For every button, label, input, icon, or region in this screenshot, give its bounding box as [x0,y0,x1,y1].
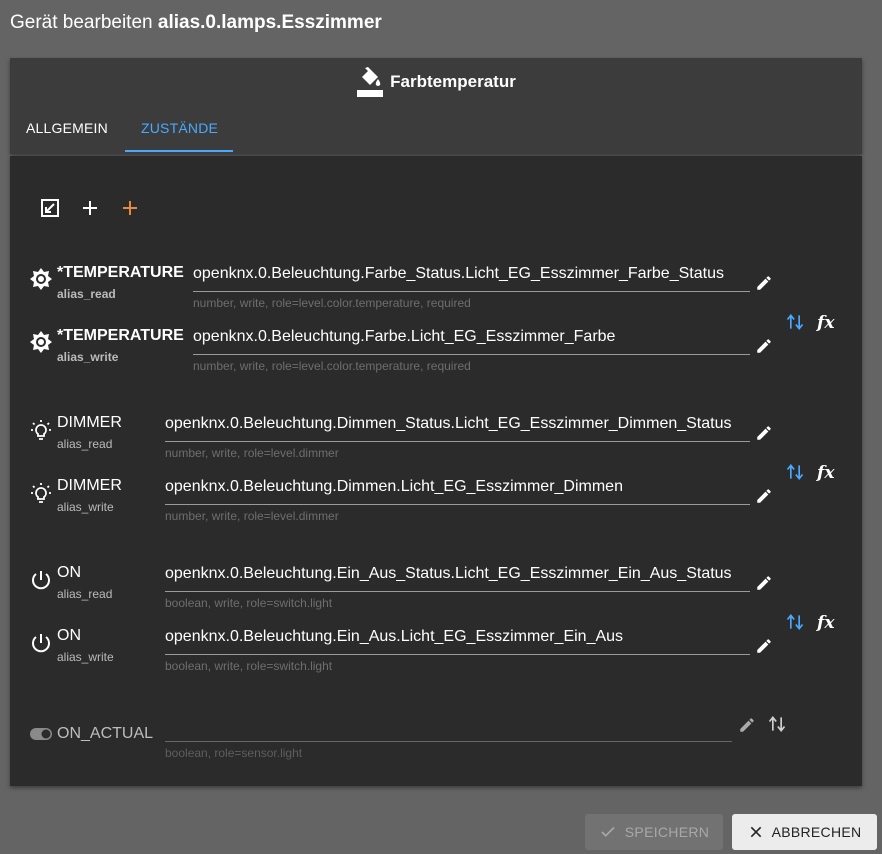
brightness-icon [30,331,52,353]
field-underline [165,741,732,742]
edit-icon[interactable] [755,487,773,505]
state-id-field[interactable]: openknx.0.Beleuchtung.Farbe_Status.Licht… [193,265,724,283]
field-help: boolean, write, role=switch.light [165,596,333,610]
swap-icon[interactable] [785,612,805,632]
add-custom-icon[interactable] [118,196,142,220]
function-icon[interactable]: fx [816,311,840,333]
tab-states[interactable]: ZUSTÄNDE [141,120,218,136]
edit-icon[interactable] [755,274,773,292]
edit-icon[interactable] [755,637,773,655]
svg-text:fx: fx [816,463,835,483]
device-type-label: Farbtemperatur [390,72,516,91]
check-icon [601,826,615,837]
power-icon [32,634,50,653]
state-role: alias_write [57,500,114,514]
device-header: Farbtemperatur ALLGEMEIN ZUSTÄNDE [10,58,862,154]
field-underline [193,291,750,292]
field-underline [165,654,750,655]
state-id-field[interactable]: openknx.0.Beleuchtung.Dimmen_Status.Lich… [165,415,732,433]
field-underline [193,354,750,355]
dialog-title: Gerät bearbeiten alias.0.lamps.Esszimmer [10,12,382,34]
device-type-row: Farbtemperatur [10,66,862,98]
state-id-field[interactable]: openknx.0.Beleuchtung.Ein_Aus.Licht_EG_E… [165,628,623,646]
field-help: boolean, write, role=switch.light [165,659,333,673]
svg-text:fx: fx [816,313,835,333]
active-tab-indicator [125,150,233,152]
state-role: alias_read [57,287,116,301]
field-help: number, write, role=level.dimmer [165,446,339,460]
cancel-button-label: ABBRECHEN [771,824,862,840]
state-name: ON [57,564,81,581]
field-help: number, write, role=level.color.temperat… [193,296,471,310]
field-underline [165,441,750,442]
paint-bucket-icon [357,67,384,97]
power-icon [32,571,50,590]
field-help: boolean, role=sensor.light [165,746,303,760]
state-name: *TEMPERATURE [57,264,184,281]
state-name: DIMMER [57,477,122,494]
expand-icon[interactable] [38,196,62,220]
swap-icon[interactable] [785,312,805,332]
state-id-field[interactable]: openknx.0.Beleuchtung.Ein_Aus_Status.Lic… [165,565,732,583]
state-name: DIMMER [57,414,122,431]
edit-icon[interactable] [755,574,773,592]
state-id-field[interactable]: openknx.0.Beleuchtung.Farbe.Licht_EG_Ess… [193,328,615,346]
dialog-title-id: alias.0.lamps.Esszimmer [157,12,382,33]
lightbulb-icon [31,483,51,503]
state-name: ON_ACTUAL [57,725,154,742]
state-role: alias_write [57,650,114,664]
edit-icon[interactable] [755,424,773,442]
brightness-icon [30,268,52,290]
state-role: alias_read [57,437,113,451]
swap-icon[interactable] [785,462,805,482]
function-icon[interactable]: fx [816,611,840,633]
edit-icon[interactable] [755,337,773,355]
toggle-icon [30,728,52,740]
function-icon[interactable]: fx [816,461,840,483]
close-icon [750,826,761,838]
svg-text:fx: fx [816,613,835,633]
state-name: *TEMPERATURE [57,327,184,344]
state-name: ON [57,627,81,644]
save-button[interactable]: SPEICHERN [585,814,723,850]
state-role: alias_read [57,587,113,601]
dialog-title-prefix: Gerät bearbeiten [10,12,153,33]
save-button-label: SPEICHERN [624,824,710,840]
field-help: number, write, role=level.dimmer [165,509,339,523]
field-underline [165,591,750,592]
edit-icon[interactable] [738,716,756,734]
states-panel: *TEMPERATURE alias_read openknx.0.Beleuc… [10,156,862,786]
state-role: alias_write [57,350,119,364]
field-underline [165,504,750,505]
add-icon[interactable] [78,196,102,220]
cancel-button[interactable]: ABBRECHEN [732,814,877,850]
lightbulb-icon [31,420,51,440]
swap-icon[interactable] [767,714,787,734]
state-id-field[interactable]: openknx.0.Beleuchtung.Dimmen.Licht_EG_Es… [165,478,623,496]
tab-general[interactable]: ALLGEMEIN [26,120,108,136]
field-help: number, write, role=level.color.temperat… [193,359,471,373]
